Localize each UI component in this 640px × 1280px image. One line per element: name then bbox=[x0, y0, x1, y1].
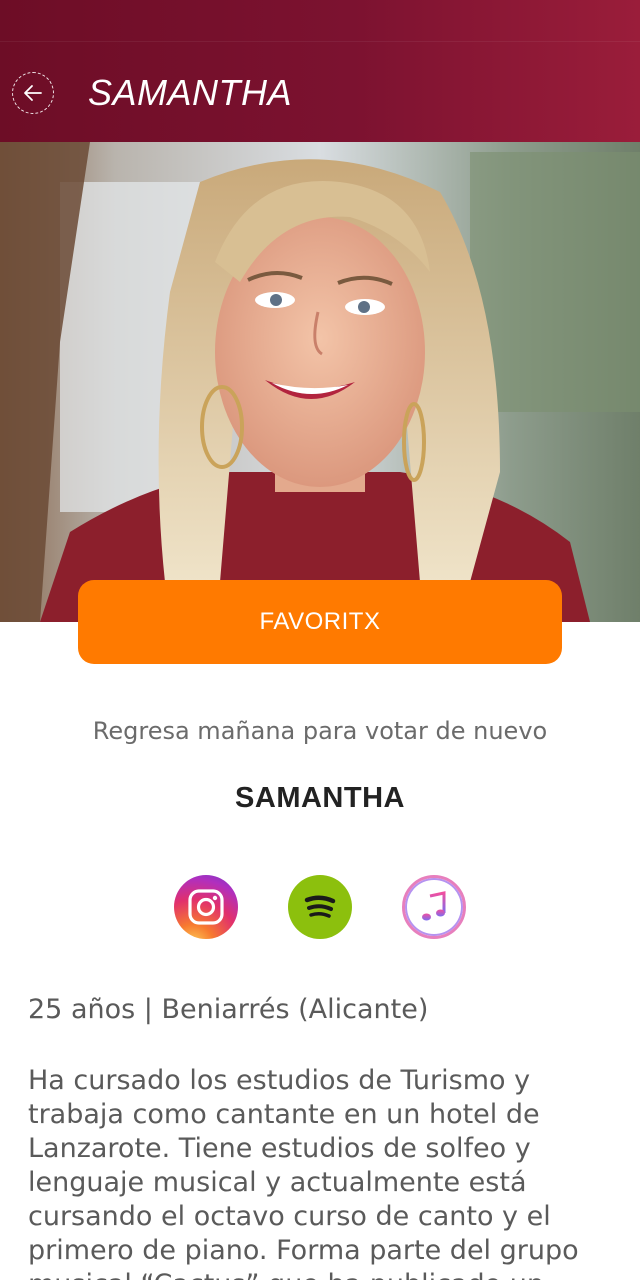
status-bar bbox=[0, 0, 640, 42]
spotify-link[interactable] bbox=[288, 875, 352, 939]
artist-photo bbox=[0, 142, 640, 622]
favorite-button[interactable]: FAVORITX bbox=[78, 580, 562, 664]
apple-music-link[interactable] bbox=[402, 875, 466, 939]
instagram-link[interactable] bbox=[174, 875, 238, 939]
portrait-illustration bbox=[0, 142, 640, 622]
back-arrow-icon bbox=[24, 85, 42, 101]
back-button[interactable] bbox=[12, 72, 54, 114]
artist-name: SAMANTHA bbox=[235, 782, 405, 814]
spotify-icon bbox=[304, 895, 336, 918]
artist-bio: Ha cursado los estudios de Turismo y tra… bbox=[28, 1065, 579, 1280]
page-title: SAMANTHA bbox=[88, 72, 293, 113]
instagram-icon bbox=[188, 889, 224, 925]
apple-music-icon bbox=[422, 891, 446, 921]
vote-message: Regresa mañana para votar de nuevo bbox=[92, 717, 548, 745]
app-header: SAMANTHA bbox=[0, 0, 640, 142]
artist-meta: 25 años | Beniarrés (Alicante) bbox=[28, 994, 429, 1025]
